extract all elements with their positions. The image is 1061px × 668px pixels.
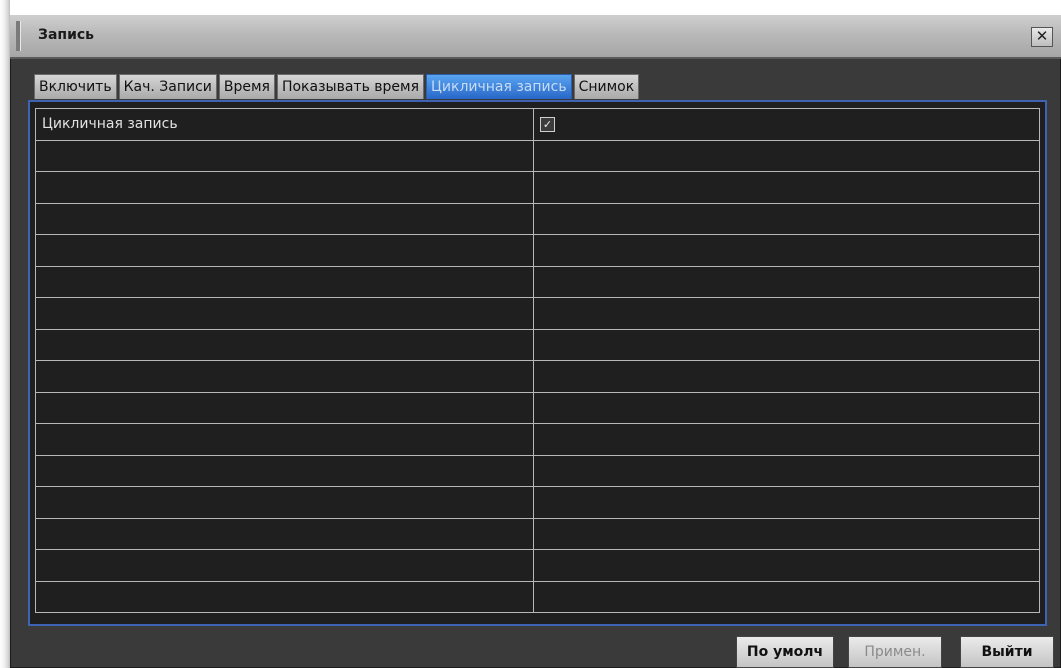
table-row [35, 454, 1040, 487]
table-row [35, 517, 1040, 550]
tab-bar: Включить Кач. Записи Время Показывать вр… [34, 74, 641, 100]
tab-time[interactable]: Время [218, 74, 275, 99]
tab-snapshot[interactable]: Снимок [573, 74, 640, 99]
title-bar: Запись ✕ [10, 15, 1061, 59]
table-row [35, 202, 1040, 235]
apply-button[interactable]: Примен. [848, 636, 942, 668]
table-row [35, 171, 1040, 204]
window-edge [0, 0, 10, 668]
table-row: Цикличная запись ✓ [35, 108, 1040, 141]
table-row [35, 423, 1040, 456]
title-accent [16, 21, 21, 51]
tab-record-quality[interactable]: Кач. Записи [118, 74, 217, 99]
tab-enable[interactable]: Включить [34, 74, 117, 99]
settings-table: Цикличная запись ✓ [35, 108, 1040, 613]
table-row [35, 297, 1040, 330]
record-settings-window: Запись ✕ Включить Кач. Записи Время Пока… [10, 15, 1061, 668]
loop-record-checkbox[interactable]: ✓ [540, 116, 555, 132]
table-row [35, 234, 1040, 267]
tab-show-time[interactable]: Показывать время [276, 74, 425, 99]
table-row [35, 139, 1040, 172]
settings-panel: Цикличная запись ✓ [28, 100, 1047, 626]
loop-record-label: Цикличная запись [35, 108, 534, 141]
table-row [35, 549, 1040, 582]
table-row [35, 360, 1040, 393]
table-row [35, 391, 1040, 424]
window-title: Запись [38, 27, 95, 43]
table-row [35, 328, 1040, 361]
exit-button[interactable]: Выйти [960, 636, 1054, 668]
close-icon[interactable]: ✕ [1031, 27, 1053, 47]
table-row [35, 486, 1040, 519]
table-row [35, 265, 1040, 298]
tab-loop-record[interactable]: Цикличная запись [426, 74, 572, 99]
loop-record-value-cell: ✓ [533, 108, 1040, 141]
default-button[interactable]: По умолч [736, 636, 834, 668]
table-row [35, 580, 1040, 613]
